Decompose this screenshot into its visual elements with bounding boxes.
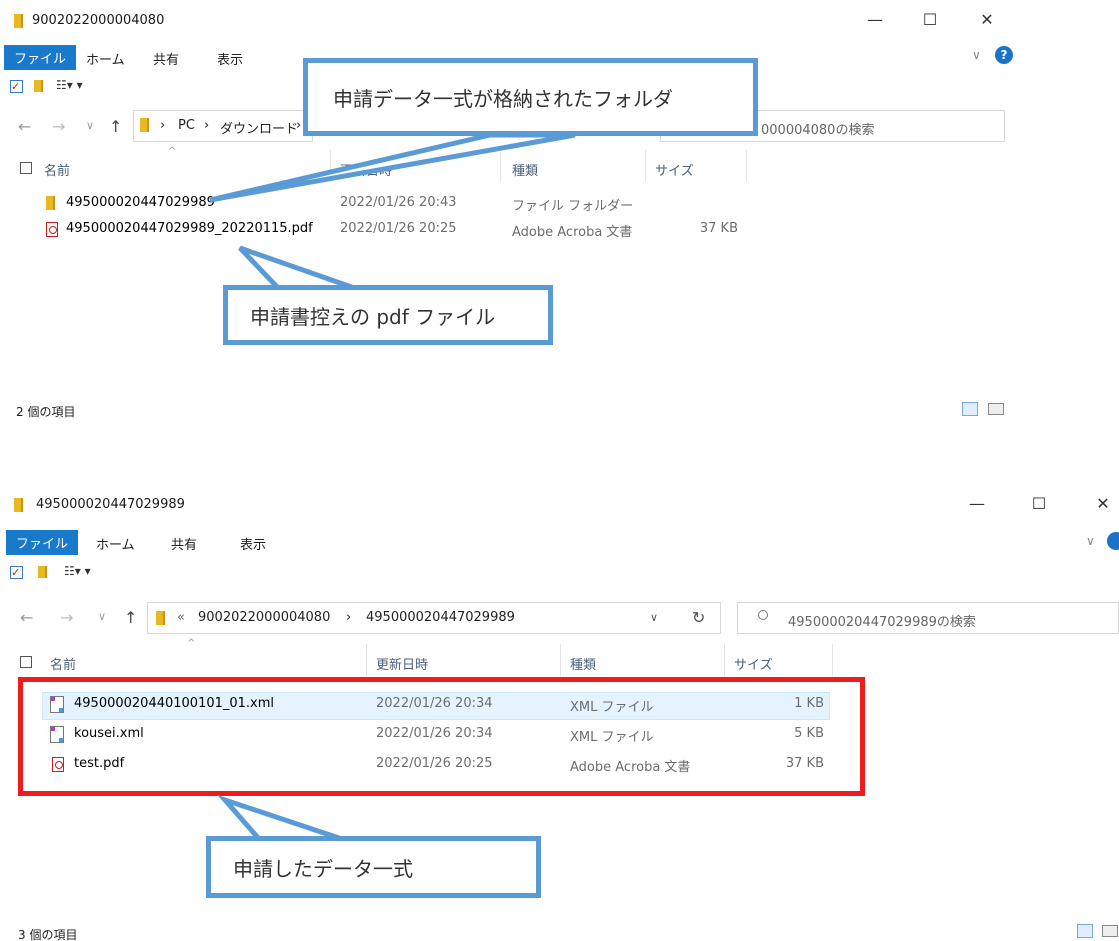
callout-pdf: 申請書控えの pdf ファイル bbox=[223, 285, 553, 345]
customize-qat-icon[interactable]: ☷▾ ▾ bbox=[64, 564, 91, 578]
forward-arrow-icon[interactable]: → bbox=[60, 608, 73, 627]
address-dropdown-icon[interactable]: ∨ bbox=[650, 611, 658, 624]
folder-icon bbox=[156, 611, 165, 625]
minimize-button[interactable]: — bbox=[962, 494, 992, 513]
customize-qat-icon[interactable]: ☷▾ ▾ bbox=[56, 78, 83, 92]
address-sep: › bbox=[346, 610, 352, 625]
properties-check-icon[interactable]: ✓ bbox=[10, 80, 23, 93]
file-row[interactable]: 495000020447029989_20220115.pdf 2022/01/… bbox=[0, 221, 760, 241]
help-icon[interactable]: ? bbox=[995, 46, 1013, 64]
column-divider[interactable] bbox=[330, 150, 331, 182]
column-divider[interactable] bbox=[724, 644, 725, 676]
forward-arrow-icon[interactable]: → bbox=[52, 117, 65, 136]
ribbon-tab-home[interactable]: ホーム bbox=[86, 49, 125, 68]
new-folder-icon[interactable] bbox=[38, 566, 47, 578]
file-size: 37 KB bbox=[699, 221, 738, 236]
folder-icon bbox=[46, 196, 55, 210]
column-divider[interactable] bbox=[645, 150, 646, 182]
ribbon-tab-home[interactable]: ホーム bbox=[96, 534, 135, 553]
file-type: ファイル フォルダー bbox=[512, 199, 634, 214]
details-view-icon[interactable] bbox=[1077, 924, 1093, 938]
recent-locations-icon[interactable]: ∨ bbox=[86, 119, 94, 132]
file-type: Adobe Acroba 文書 bbox=[512, 225, 633, 240]
callout-folder-text: 申請データ一式が格納されたフォルダ bbox=[333, 86, 673, 111]
ribbon-tab-share[interactable]: 共有 bbox=[171, 534, 197, 553]
recent-locations-icon[interactable]: ∨ bbox=[98, 610, 106, 623]
column-divider[interactable] bbox=[560, 644, 561, 676]
status-item-count: 3 個の項目 bbox=[18, 928, 78, 941]
ribbon-tab-file[interactable]: ファイル bbox=[6, 530, 79, 555]
column-divider[interactable] bbox=[366, 644, 367, 676]
up-arrow-icon[interactable]: ↑ bbox=[124, 608, 137, 627]
search-placeholder: 495000020447029989の検索 bbox=[788, 615, 976, 630]
ribbon-tab-view[interactable]: 表示 bbox=[240, 534, 266, 553]
search-placeholder: 000004080の検索 bbox=[761, 123, 875, 138]
new-folder-icon[interactable] bbox=[34, 80, 43, 92]
address-sep: › bbox=[204, 118, 210, 133]
up-arrow-icon[interactable]: ↑ bbox=[109, 117, 122, 136]
callout-data: 申請したデータ一式 bbox=[206, 836, 541, 898]
sort-indicator-icon: ^ bbox=[168, 146, 177, 157]
select-all-checkbox[interactable] bbox=[20, 656, 32, 668]
column-header-name[interactable]: 名前 bbox=[44, 160, 70, 179]
folder-icon bbox=[14, 498, 23, 512]
column-header-size[interactable]: サイズ bbox=[734, 654, 773, 673]
column-divider[interactable] bbox=[500, 150, 501, 182]
callout-data-text: 申請したデータ一式 bbox=[233, 856, 413, 881]
back-arrow-icon[interactable]: ← bbox=[20, 608, 33, 627]
file-name: 495000020447029989 bbox=[66, 195, 215, 210]
callout-pdf-text: 申請書控えの pdf ファイル bbox=[250, 304, 496, 329]
folder-icon bbox=[140, 118, 149, 132]
minimize-button[interactable]: — bbox=[860, 10, 890, 29]
refresh-icon[interactable]: ↻ bbox=[692, 608, 705, 627]
chevron-down-icon[interactable]: ∨ bbox=[972, 48, 981, 62]
column-header-name[interactable]: 名前 bbox=[50, 654, 76, 673]
back-arrow-icon[interactable]: ← bbox=[18, 117, 31, 136]
sort-indicator-icon: ^ bbox=[187, 638, 196, 649]
column-header-size[interactable]: サイズ bbox=[655, 160, 694, 179]
address-sep: › bbox=[160, 118, 166, 133]
column-header-modified[interactable]: 更新日時 bbox=[376, 654, 428, 673]
column-header-modified[interactable]: 更新日時 bbox=[340, 160, 392, 179]
close-button[interactable]: ✕ bbox=[972, 10, 1002, 29]
close-button[interactable]: ✕ bbox=[1088, 494, 1118, 513]
maximize-button[interactable]: ☐ bbox=[915, 10, 945, 29]
highlight-box-data-files bbox=[18, 677, 865, 796]
ribbon-tab-share[interactable]: 共有 bbox=[153, 49, 179, 68]
column-divider[interactable] bbox=[832, 644, 833, 676]
file-modified: 2022/01/26 20:25 bbox=[340, 221, 457, 236]
ribbon-tab-view[interactable]: 表示 bbox=[217, 49, 243, 68]
status-item-count: 2 個の項目 bbox=[16, 405, 76, 419]
breadcrumb-pc[interactable]: PC bbox=[178, 118, 195, 133]
column-header-type[interactable]: 種類 bbox=[512, 160, 538, 179]
column-divider[interactable] bbox=[746, 150, 747, 182]
column-header-type[interactable]: 種類 bbox=[570, 654, 596, 673]
breadcrumb-current-folder[interactable]: 495000020447029989 bbox=[366, 610, 515, 625]
search-icon bbox=[758, 610, 768, 620]
file-modified: 2022/01/26 20:43 bbox=[340, 195, 457, 210]
select-all-checkbox[interactable] bbox=[20, 162, 32, 174]
search-input[interactable]: 495000020447029989の検索 bbox=[737, 602, 1119, 634]
window-title: 9002022000004080 bbox=[32, 13, 165, 28]
large-icons-view-icon[interactable] bbox=[1102, 925, 1118, 937]
window-title: 495000020447029989 bbox=[36, 497, 185, 512]
breadcrumb-downloads[interactable]: ダウンロード bbox=[220, 118, 298, 137]
file-name: 495000020447029989_20220115.pdf bbox=[66, 221, 313, 236]
callout-folder: 申請データ一式が格納されたフォルダ bbox=[303, 58, 758, 136]
breadcrumb-overflow[interactable]: « bbox=[177, 610, 185, 625]
address-sep: › bbox=[296, 118, 302, 133]
pdf-icon bbox=[46, 222, 58, 237]
help-icon[interactable] bbox=[1107, 532, 1119, 550]
properties-check-icon[interactable]: ✓ bbox=[10, 566, 23, 579]
folder-icon bbox=[14, 14, 23, 28]
large-icons-view-icon[interactable] bbox=[988, 403, 1004, 415]
details-view-icon[interactable] bbox=[962, 402, 978, 416]
breadcrumb-parent-folder[interactable]: 9002022000004080 bbox=[198, 610, 330, 625]
chevron-down-icon[interactable]: ∨ bbox=[1086, 534, 1095, 548]
ribbon-tab-file[interactable]: ファイル bbox=[4, 45, 77, 70]
file-row[interactable]: 495000020447029989 2022/01/26 20:43 ファイル… bbox=[0, 195, 760, 215]
maximize-button[interactable]: ☐ bbox=[1024, 494, 1054, 513]
